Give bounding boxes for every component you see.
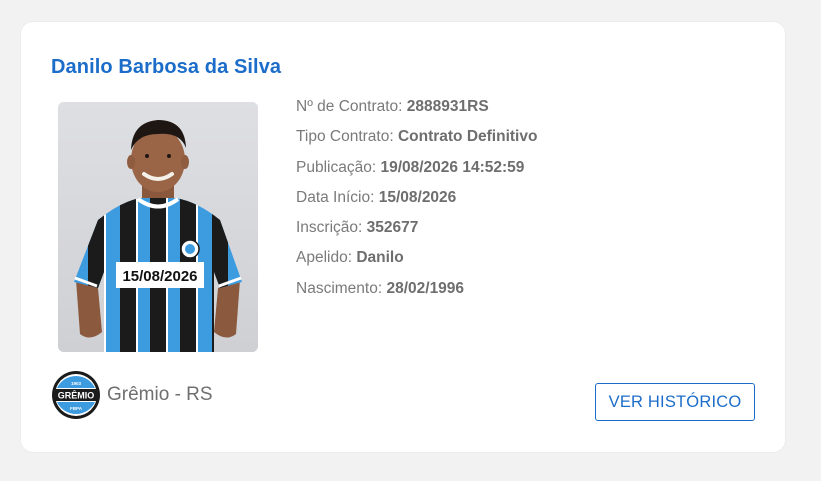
detail-contract-number: Nº de Contrato: 2888931RS <box>296 96 537 126</box>
detail-label: Nascimento: <box>296 279 383 297</box>
detail-start-date: Data Início: 15/08/2026 <box>296 187 537 217</box>
club-name: Grêmio - RS <box>107 384 213 405</box>
detail-value: Contrato Definitivo <box>397 128 538 146</box>
detail-label: Inscrição: <box>296 219 363 237</box>
detail-value: 2888931RS <box>406 98 489 115</box>
detail-registration: Inscrição: 352677 <box>296 217 537 247</box>
detail-value: 28/02/1996 <box>386 279 465 297</box>
detail-value: 15/08/2026 <box>378 188 457 206</box>
club-info: 1903 GRÊMIO FBPA Grêmio - RS <box>51 370 213 420</box>
detail-value: 19/08/2026 14:52:59 <box>380 158 525 176</box>
player-photo: 15/08/2026 <box>58 102 258 352</box>
detail-birth-date: Nascimento: 28/02/1996 <box>296 278 537 308</box>
detail-value: 352677 <box>366 219 419 237</box>
detail-label: Nº de Contrato: <box>296 98 403 115</box>
detail-label: Tipo Contrato: <box>296 128 394 146</box>
club-crest-icon: 1903 GRÊMIO FBPA <box>52 371 100 419</box>
contract-details: Nº de Contrato: 2888931RS Tipo Contrato:… <box>296 96 537 308</box>
badge-year: 1903 <box>71 381 82 386</box>
photo-date-tag: 15/08/2026 <box>122 268 197 285</box>
badge-bottom: FBPA <box>70 406 83 411</box>
view-history-button[interactable]: VER HISTÓRICO <box>595 383 755 421</box>
detail-label: Data Início: <box>296 188 375 206</box>
detail-label: Apelido: <box>296 249 353 267</box>
detail-label: Publicação: <box>296 158 377 176</box>
player-name: Danilo Barbosa da Silva <box>51 56 282 78</box>
detail-publication: Publicação: 19/08/2026 14:52:59 <box>296 157 537 187</box>
player-contract-card: Danilo Barbosa da Silva 15/08/2026 Nº de… <box>21 22 785 452</box>
detail-value: Danilo <box>356 249 404 267</box>
badge-text: GRÊMIO <box>58 390 95 401</box>
detail-contract-type: Tipo Contrato: Contrato Definitivo <box>296 126 537 156</box>
detail-nickname: Apelido: Danilo <box>296 247 537 277</box>
